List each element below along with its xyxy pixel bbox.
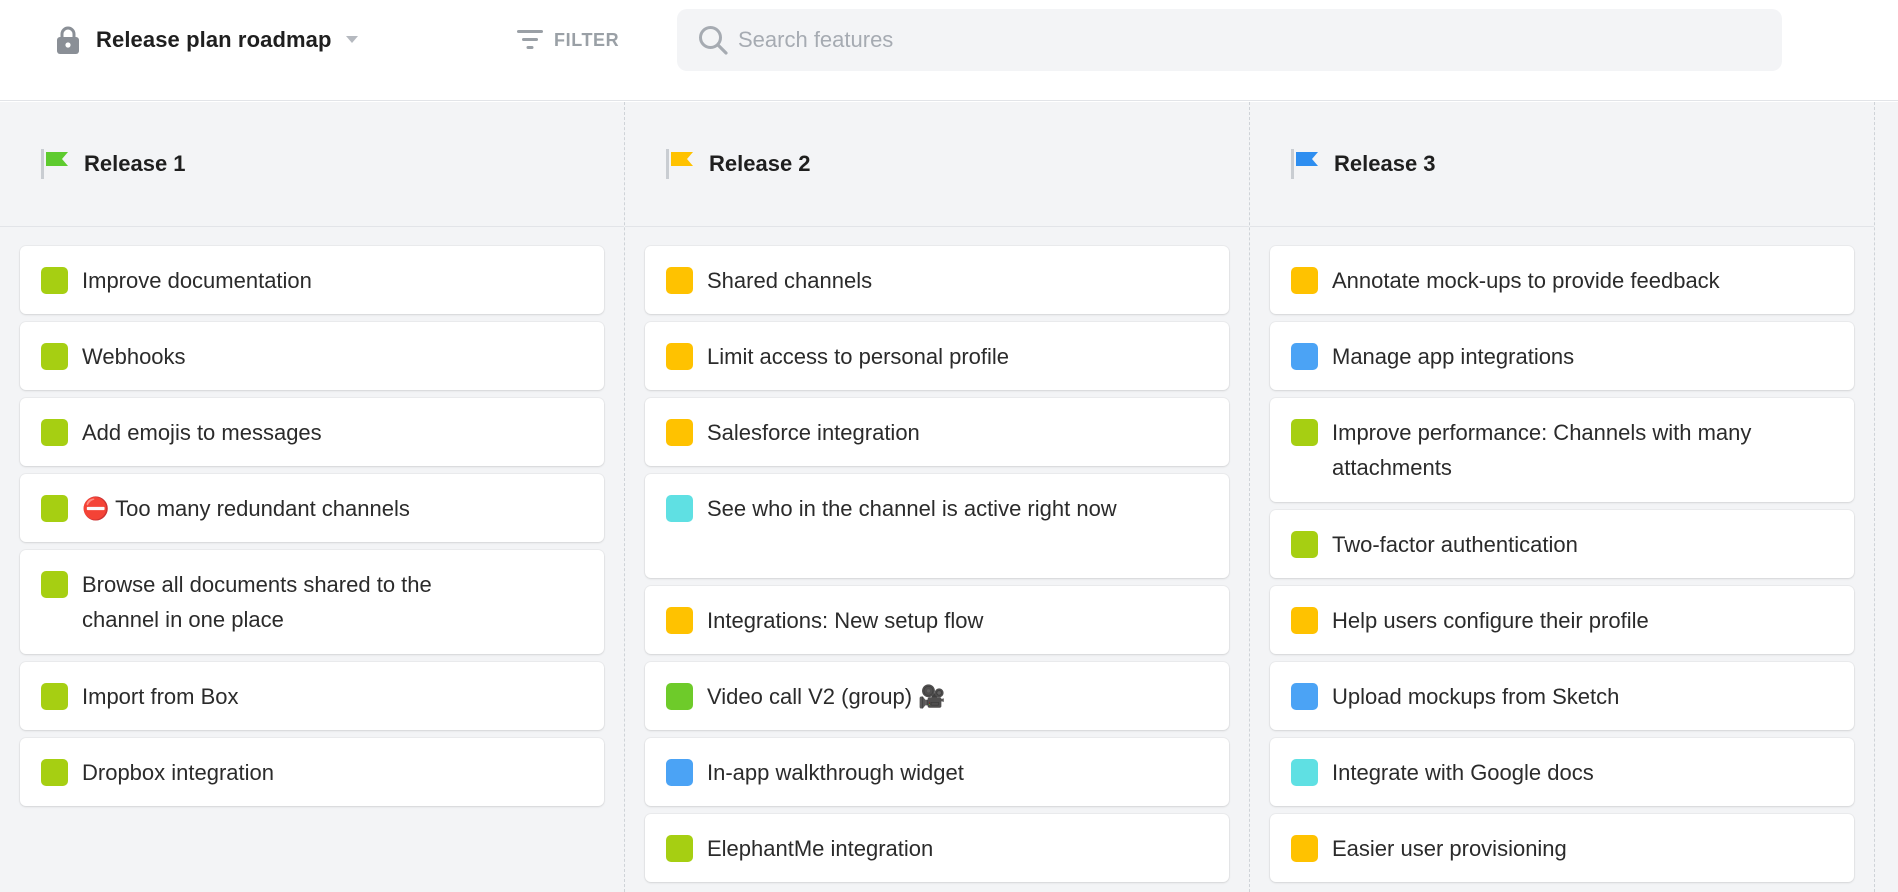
status-swatch [41, 683, 68, 710]
status-swatch [666, 607, 693, 634]
feature-label: Easier user provisioning [1332, 836, 1567, 861]
feature-label: Upload mockups from Sketch [1332, 684, 1620, 709]
feature-card[interactable]: See who in the channel is active right n… [645, 474, 1229, 578]
feature-card[interactable]: Integrate with Google docs [1270, 738, 1854, 806]
feature-label: Integrations: New setup flow [707, 608, 984, 633]
status-swatch [1291, 835, 1318, 862]
feature-label: Limit access to personal profile [707, 344, 1010, 369]
status-swatch [41, 495, 68, 522]
release-header: Release 3 [1250, 102, 1874, 227]
feature-card[interactable]: Manage app integrations [1270, 322, 1854, 390]
feature-label: ElephantMe integration [707, 836, 934, 861]
feature-card[interactable]: Webhooks [20, 322, 604, 390]
lock-icon [54, 24, 82, 56]
feature-card[interactable]: Add emojis to messages [20, 398, 604, 466]
status-swatch [1291, 267, 1318, 294]
search-bar[interactable] [677, 9, 1782, 71]
card-list: Shared channels Limit access to personal… [645, 246, 1229, 890]
release-title: Release 3 [1334, 151, 1436, 176]
status-swatch [1291, 343, 1318, 370]
feature-label: Two-factor authentication [1332, 532, 1578, 557]
card-list: Improve documentation Webhooks Add emoji… [20, 246, 604, 814]
feature-label: Add emojis to messages [82, 420, 322, 445]
status-swatch [1291, 531, 1318, 558]
search-input[interactable] [738, 27, 1738, 53]
release-title: Release 2 [709, 151, 811, 176]
roadmap-board: Release 1 Improve documentation Webhooks… [0, 102, 1898, 892]
status-swatch [1291, 759, 1318, 786]
release-column: Release 3 Annotate mock-ups to provide f… [1250, 102, 1875, 892]
feature-card[interactable]: Video call V2 (group) 🎥 [645, 662, 1229, 730]
feature-card[interactable]: Easier user provisioning [1270, 814, 1854, 882]
feature-label: Import from Box [82, 684, 239, 709]
flag-icon [665, 149, 695, 179]
status-swatch [666, 267, 693, 294]
release-header: Release 2 [625, 102, 1249, 227]
feature-card[interactable]: Browse all documents shared to the chann… [20, 550, 604, 654]
feature-card[interactable]: Upload mockups from Sketch [1270, 662, 1854, 730]
roadmap-selector[interactable]: Release plan roadmap [54, 24, 358, 56]
feature-card[interactable]: Limit access to personal profile [645, 322, 1229, 390]
feature-card[interactable]: ElephantMe integration [645, 814, 1229, 882]
feature-card[interactable]: Dropbox integration [20, 738, 604, 806]
status-swatch [41, 759, 68, 786]
feature-card[interactable]: Integrations: New setup flow [645, 586, 1229, 654]
feature-card[interactable]: In-app walkthrough widget [645, 738, 1229, 806]
feature-card[interactable]: Two-factor authentication [1270, 510, 1854, 578]
feature-card[interactable]: Import from Box [20, 662, 604, 730]
feature-label: Annotate mock-ups to provide feedback [1332, 268, 1720, 293]
release-column: Release 2 Shared channels Limit access t… [625, 102, 1250, 892]
release-title: Release 1 [84, 151, 186, 176]
status-swatch [1291, 419, 1318, 446]
filter-icon [516, 27, 544, 53]
feature-card[interactable]: Improve performance: Channels with many … [1270, 398, 1854, 502]
feature-card[interactable]: ⛔ Too many redundant channels [20, 474, 604, 542]
status-swatch [666, 419, 693, 446]
feature-label: ⛔ Too many redundant channels [82, 496, 410, 521]
feature-card[interactable]: Salesforce integration [645, 398, 1229, 466]
filter-button[interactable]: FILTER [516, 22, 619, 58]
feature-label: Improve performance: Channels with many … [1332, 420, 1752, 480]
feature-label: Salesforce integration [707, 420, 920, 445]
feature-card[interactable]: Help users configure their profile [1270, 586, 1854, 654]
feature-label: Dropbox integration [82, 760, 275, 785]
feature-label: Help users configure their profile [1332, 608, 1649, 633]
feature-label: Video call V2 (group) 🎥 [707, 684, 946, 709]
status-swatch [41, 571, 68, 598]
feature-label: See who in the channel is active right n… [707, 496, 1117, 521]
status-swatch [41, 419, 68, 446]
feature-label: Browse all documents shared to the chann… [82, 572, 432, 632]
status-swatch [666, 495, 693, 522]
search-icon [698, 25, 728, 55]
chevron-down-icon [345, 36, 358, 44]
status-swatch [666, 835, 693, 862]
status-swatch [41, 267, 68, 294]
status-swatch [666, 683, 693, 710]
top-bar: Release plan roadmap FILTER [0, 0, 1898, 101]
feature-card[interactable]: Shared channels [645, 246, 1229, 314]
flag-icon [40, 149, 70, 179]
feature-label: Integrate with Google docs [1332, 760, 1594, 785]
feature-label: Webhooks [82, 344, 186, 369]
status-swatch [666, 343, 693, 370]
flag-icon [1290, 149, 1320, 179]
roadmap-title: Release plan roadmap [96, 27, 332, 52]
filter-label: FILTER [554, 29, 620, 50]
status-swatch [1291, 607, 1318, 634]
release-header: Release 1 [0, 102, 624, 227]
feature-label: Manage app integrations [1332, 344, 1575, 369]
feature-label: Shared channels [707, 268, 873, 293]
status-swatch [666, 759, 693, 786]
feature-label: In-app walkthrough widget [707, 760, 964, 785]
feature-card[interactable]: Improve documentation [20, 246, 604, 314]
status-swatch [1291, 683, 1318, 710]
feature-card[interactable]: Annotate mock-ups to provide feedback [1270, 246, 1854, 314]
feature-label: Improve documentation [82, 268, 312, 293]
status-swatch [41, 343, 68, 370]
card-list: Annotate mock-ups to provide feedback Ma… [1270, 246, 1854, 890]
release-column: Release 1 Improve documentation Webhooks… [0, 102, 625, 892]
